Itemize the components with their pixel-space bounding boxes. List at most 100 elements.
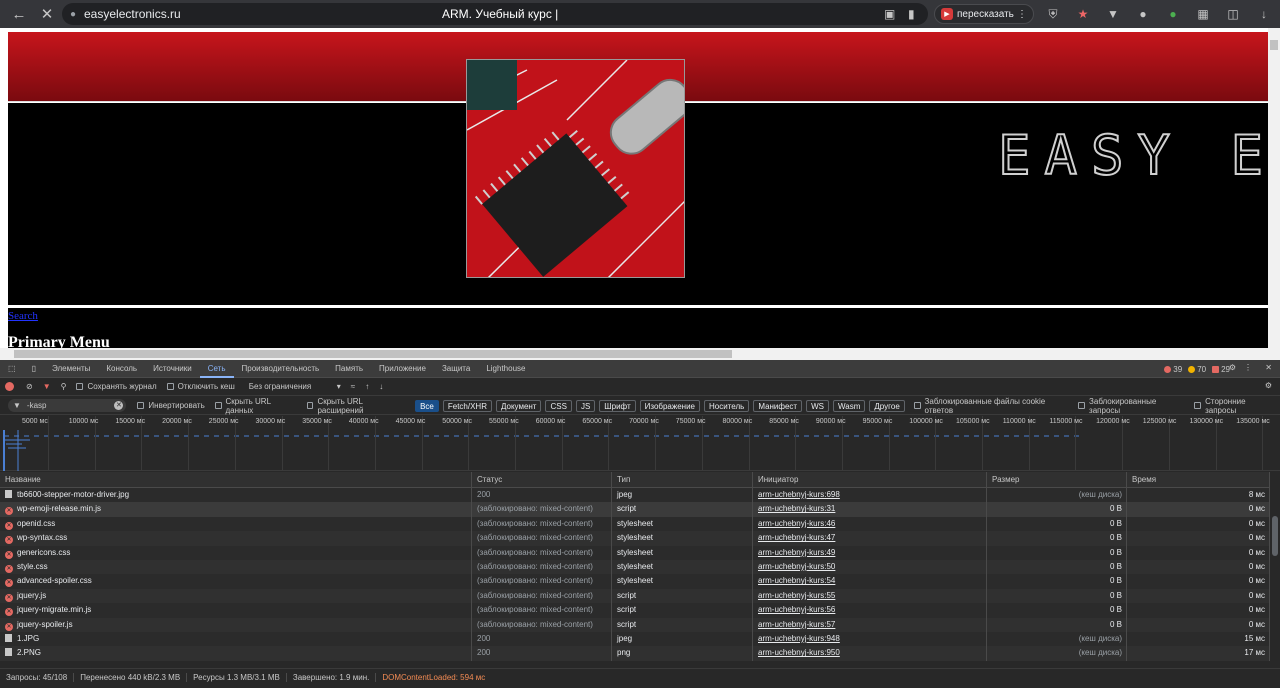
network-settings-icon[interactable]: ⚙: [1265, 381, 1272, 390]
column-status[interactable]: Статус: [472, 472, 612, 487]
request-initiator[interactable]: arm-uchebnyj-kurs:698: [753, 488, 987, 503]
request-row[interactable]: ✕ wp-syntax.css (заблокировано: mixed-cont…: [0, 531, 1270, 546]
request-initiator[interactable]: arm-uchebnyj-kurs:950: [753, 646, 987, 661]
issue-count[interactable]: 29: [1212, 365, 1230, 374]
hide-extension-urls-checkbox[interactable]: Скрыть URL расширений: [302, 397, 411, 415]
request-initiator[interactable]: arm-uchebnyj-kurs:54: [753, 574, 987, 589]
download-har-icon[interactable]: ↓: [374, 382, 388, 391]
request-initiator[interactable]: arm-uchebnyj-kurs:55: [753, 588, 987, 604]
site-info-icon[interactable]: ●: [62, 9, 84, 20]
request-row[interactable]: 1.JPG 200 jpeg arm-uchebnyj-kurs:948 (кеш ди…: [0, 631, 1270, 647]
type-filter-wasm[interactable]: Wasm: [833, 399, 866, 412]
type-filter-css[interactable]: CSS: [545, 399, 572, 412]
column-name[interactable]: Название: [0, 472, 472, 487]
request-initiator[interactable]: arm-uchebnyj-kurs:49: [753, 545, 987, 560]
split-view-icon[interactable]: ◫: [1225, 6, 1241, 22]
column-time[interactable]: Время: [1127, 472, 1270, 487]
more-icon[interactable]: ⋮: [1017, 9, 1027, 20]
retell-button[interactable]: ▶ пересказать ⋮: [934, 4, 1034, 24]
warning-count[interactable]: 70: [1188, 365, 1206, 374]
blocked-requests-checkbox[interactable]: Заблокированные запросы: [1073, 397, 1189, 415]
close-icon[interactable]: ✕: [32, 0, 62, 28]
type-filter-doc[interactable]: Документ: [495, 399, 542, 412]
invert-checkbox[interactable]: Инвертировать: [132, 401, 209, 410]
request-row[interactable]: 2.PNG 200 png arm-uchebnyj-kurs:950 (кеш дис…: [0, 646, 1270, 661]
request-initiator[interactable]: arm-uchebnyj-kurs:50: [753, 559, 987, 575]
back-arrow-icon[interactable]: ←: [4, 0, 34, 28]
type-filter-media[interactable]: Носитель: [704, 399, 750, 412]
request-row[interactable]: ✕ genericons.css (заблокировано: mixed-con…: [0, 545, 1270, 560]
shield-extension-icon[interactable]: ⛨: [1045, 6, 1061, 22]
tab-elements[interactable]: Элементы: [44, 360, 98, 378]
table-scrollbar[interactable]: [1270, 488, 1280, 668]
request-row[interactable]: ✕ jquery.js (заблокировано: mixed-content)…: [0, 588, 1270, 604]
type-filter-all[interactable]: Все: [415, 399, 439, 412]
translate-icon[interactable]: ▣: [884, 7, 895, 21]
vue-extension-icon[interactable]: ▼: [1105, 6, 1121, 22]
tab-lighthouse[interactable]: Lighthouse: [478, 360, 533, 378]
settings-gear-icon[interactable]: ⚙: [1229, 363, 1236, 372]
third-party-checkbox[interactable]: Сторонние запросы: [1189, 397, 1280, 415]
type-filter-img[interactable]: Изображение: [639, 399, 701, 412]
inspect-icon[interactable]: ⬚: [0, 360, 24, 378]
extension-icon[interactable]: ●: [1165, 6, 1181, 22]
blocked-cookies-checkbox[interactable]: Заблокированные файлы cookie ответов: [909, 397, 1074, 415]
tab-console[interactable]: Консоль: [98, 360, 145, 378]
page-vertical-scrollbar[interactable]: [1268, 28, 1280, 348]
request-initiator[interactable]: arm-uchebnyj-kurs:46: [753, 516, 987, 532]
search-icon[interactable]: ⚲: [56, 382, 72, 391]
request-row[interactable]: ✕ style.css (заблокировано: mixed-content)…: [0, 559, 1270, 575]
clear-filter-icon[interactable]: ✕: [114, 401, 124, 410]
request-initiator[interactable]: arm-uchebnyj-kurs:56: [753, 603, 987, 618]
hide-data-urls-checkbox[interactable]: Скрыть URL данных: [210, 397, 302, 415]
puzzle-icon[interactable]: ▦: [1195, 6, 1211, 22]
request-initiator[interactable]: arm-uchebnyj-kurs:57: [753, 617, 987, 632]
error-count[interactable]: 39: [1164, 365, 1182, 374]
extension-icon[interactable]: ★: [1075, 6, 1091, 22]
type-filter-xhr[interactable]: Fetch/XHR: [442, 399, 492, 412]
tab-security[interactable]: Защита: [434, 360, 478, 378]
request-row[interactable]: tb6600-stepper-motor-driver.jpg 200 jpeg ar…: [0, 488, 1270, 503]
upload-icon[interactable]: ↑: [360, 382, 374, 391]
request-row[interactable]: ✕ jquery-spoiler.js (заблокировано: mixed-…: [0, 617, 1270, 632]
request-initiator[interactable]: arm-uchebnyj-kurs:47: [753, 531, 987, 546]
type-filter-other[interactable]: Другое: [869, 399, 905, 412]
request-row[interactable]: ✕ openid.css (заблокировано: mixed-content…: [0, 516, 1270, 532]
tab-network[interactable]: Сеть: [199, 360, 234, 378]
tab-memory[interactable]: Память: [327, 360, 371, 378]
request-row[interactable]: ✕ advanced-spoiler.css (заблокировано: mix…: [0, 574, 1270, 589]
filter-icon[interactable]: ▼: [38, 382, 56, 391]
column-initiator[interactable]: Инициатор: [753, 472, 987, 487]
throttle-select[interactable]: Без ограничения ▾: [244, 382, 346, 391]
device-toggle-icon[interactable]: ▯: [24, 360, 44, 378]
filter-input[interactable]: ▼ -kasp ✕: [8, 399, 127, 412]
record-icon[interactable]: [0, 382, 21, 391]
column-size[interactable]: Размер: [987, 472, 1127, 487]
address-bar[interactable]: ● easyelectronics.ru ARM. Учебный курс |…: [62, 3, 928, 25]
download-icon[interactable]: ↓: [1256, 6, 1272, 22]
tab-application[interactable]: Приложение: [371, 360, 434, 378]
preserve-log-checkbox[interactable]: Сохранять журнал: [71, 382, 161, 391]
type-filter-ws[interactable]: WS: [806, 399, 829, 412]
more-menu-icon[interactable]: ⋮: [1244, 363, 1252, 372]
wifi-icon[interactable]: ≈: [346, 382, 360, 391]
request-row[interactable]: ✕ wp-emoji-release.min.js (заблокировано: …: [0, 502, 1270, 517]
tab-performance[interactable]: Производительность: [234, 360, 328, 378]
network-timeline[interactable]: 5000 мс 10000 мс 15000 мс 20000 мс 25000 мс 3…: [0, 416, 1280, 471]
close-devtools-icon[interactable]: ✕: [1265, 363, 1272, 372]
type-filter-manifest[interactable]: Манифест: [753, 399, 803, 412]
search-link[interactable]: Search: [8, 310, 38, 322]
bookmark-icon[interactable]: ▮: [908, 7, 915, 21]
page-horizontal-scrollbar[interactable]: [0, 348, 1280, 360]
clear-icon[interactable]: ⊘: [21, 382, 38, 391]
request-initiator[interactable]: arm-uchebnyj-kurs:948: [753, 631, 987, 647]
devtools-counters[interactable]: 39 70 29: [1164, 360, 1230, 378]
type-filter-js[interactable]: JS: [575, 399, 596, 412]
disable-cache-checkbox[interactable]: Отключить кеш: [162, 382, 240, 391]
request-row[interactable]: ✕ jquery-migrate.min.js (заблокировано: mi…: [0, 603, 1270, 618]
extension-icon[interactable]: ●: [1135, 6, 1151, 22]
request-initiator[interactable]: arm-uchebnyj-kurs:31: [753, 502, 987, 517]
type-filter-font[interactable]: Шрифт: [599, 399, 636, 412]
tab-sources[interactable]: Источники: [145, 360, 200, 378]
column-type[interactable]: Тип: [612, 472, 753, 487]
